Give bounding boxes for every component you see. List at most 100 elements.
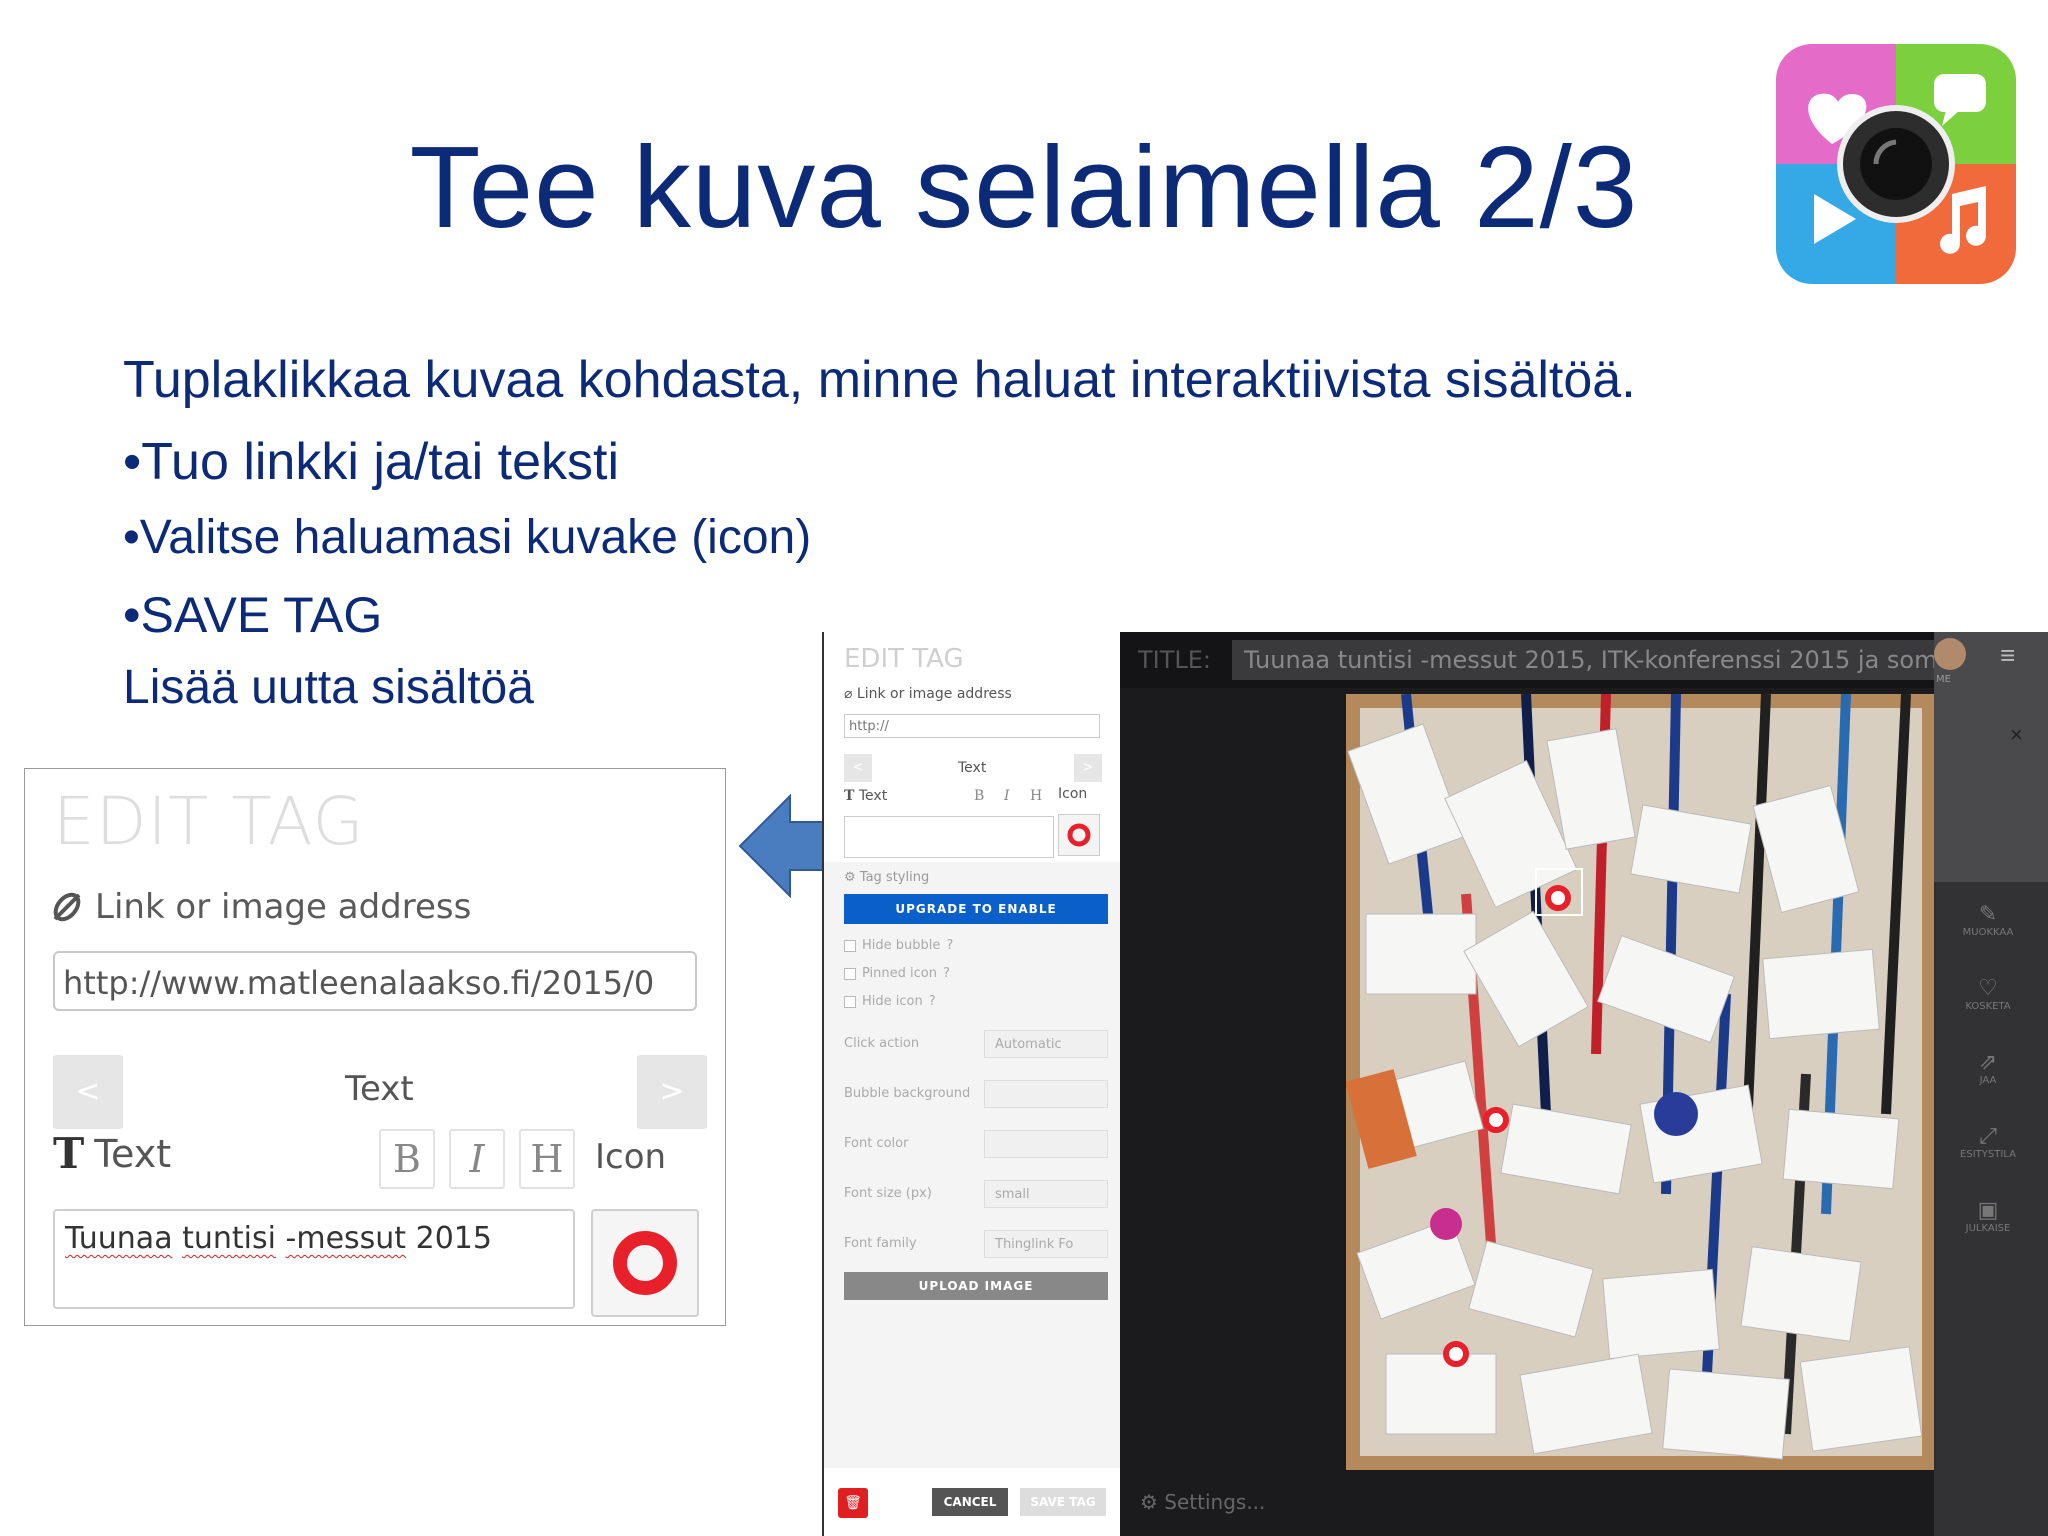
zoom-italic-button[interactable]: I: [449, 1129, 505, 1189]
panel-text-mode-label: Text: [958, 760, 987, 776]
panel-icon-picker-button[interactable]: [1058, 814, 1100, 856]
sidebar-item-label: JULKAISE: [1965, 1223, 2011, 1234]
gear-icon: ⚙: [1140, 1490, 1165, 1514]
red-ring-icon: [1067, 823, 1091, 847]
title-input[interactable]: Tuunaa tuntisi -messut 2015, ITK-konfere…: [1232, 640, 1934, 680]
bullet-choose-icon: •Valitse haluamasi kuvake (icon): [123, 511, 812, 564]
panel-text-label-text: Text: [858, 788, 888, 804]
fullscreen-icon: ⤢: [1979, 1124, 1997, 1149]
panel-link-label-text: Link or image address: [856, 686, 1012, 702]
help-icon: ?: [942, 966, 950, 981]
zoom-bold-button[interactable]: B: [379, 1129, 435, 1189]
zoom-url-input[interactable]: http://www.matleenalaakso.fi/2015/0: [53, 951, 697, 1011]
zoom-next-button[interactable]: >: [637, 1055, 707, 1129]
panel-icon-label: Icon: [1058, 786, 1088, 802]
panel-next-button[interactable]: >: [1074, 754, 1102, 782]
add-new-content-text: Lisää uutta sisältöä: [123, 661, 534, 714]
me-label: ME: [1936, 674, 1951, 685]
font-color-label: Font color: [844, 1136, 909, 1151]
text-icon: T: [53, 1129, 85, 1178]
bullet-link-text: •Tuo linkki ja/tai teksti: [123, 433, 620, 491]
sidebar-item-label: KOSKETA: [1965, 1001, 2011, 1012]
panel-tag-styling: ⚙ Tag styling: [844, 870, 929, 885]
zoom-text-label: T Text: [53, 1129, 171, 1178]
zoom-edit-tag-title: EDIT TAG: [53, 783, 365, 860]
upgrade-button[interactable]: UPGRADE TO ENABLE: [844, 894, 1108, 924]
word: 2015: [415, 1221, 492, 1256]
help-icon: ?: [946, 938, 954, 953]
edit-tag-zoom: EDIT TAG Link or image address http://ww…: [24, 768, 726, 1326]
sidebar-item-label: MUOKKAA: [1962, 927, 2014, 938]
cancel-button[interactable]: CANCEL: [932, 1488, 1008, 1516]
hide-icon-label: Hide icon: [862, 994, 923, 1009]
sidebar-item-label: JAA: [1979, 1075, 1997, 1086]
delete-tag-button[interactable]: 🗑: [838, 1488, 868, 1518]
pinned-icon-checkbox[interactable]: Pinned icon?: [844, 966, 950, 981]
sidebar-item-esitystila[interactable]: ⤢ ESITYSTILA: [1946, 1116, 2030, 1180]
edit-tag-panel: EDIT TAG ⌀ Link or image address http://…: [822, 632, 1120, 1536]
text-icon: T: [844, 788, 855, 804]
zoom-icon-label: Icon: [595, 1137, 667, 1177]
bullet-save-tag: •SAVE TAG: [123, 587, 383, 643]
red-ring-icon: [613, 1231, 677, 1295]
zoom-link-label-text: Link or image address: [95, 887, 472, 927]
word: -messut: [285, 1221, 407, 1256]
bubble-background-picker[interactable]: [984, 1080, 1108, 1108]
heart-icon: ♡: [1978, 976, 1998, 1001]
slide-title: Tee kuva selaimella 2/3: [409, 122, 1639, 252]
font-family-label: Font family: [844, 1236, 917, 1251]
link-icon: [53, 892, 81, 922]
zoom-tag-text-input[interactable]: Tuunaa tuntisi -messut 2015: [53, 1209, 575, 1309]
font-family-select[interactable]: Thinglink Fo: [984, 1230, 1108, 1258]
font-color-picker[interactable]: [984, 1130, 1108, 1158]
panel-italic-button[interactable]: I: [1004, 788, 1010, 804]
gear-icon: ⚙: [844, 870, 860, 885]
upload-image-button[interactable]: UPLOAD IMAGE: [844, 1272, 1108, 1300]
settings-link[interactable]: ⚙ Settings...: [1140, 1490, 1265, 1514]
panel-tag-text-input[interactable]: [844, 816, 1054, 858]
avatar[interactable]: [1934, 638, 1966, 670]
zoom-text-label-text: Text: [94, 1131, 172, 1176]
click-action-select[interactable]: Automatic: [984, 1030, 1108, 1058]
intro-text: Tuplaklikkaa kuvaa kohdasta, minne halua…: [123, 351, 1636, 409]
panel-link-label: ⌀ Link or image address: [844, 686, 1012, 702]
sidebar-item-label: ESITYSTILA: [1960, 1149, 2016, 1160]
bubble-background-label: Bubble background: [844, 1086, 971, 1101]
panel-url-input[interactable]: http://: [844, 714, 1100, 738]
word: Tuunaa: [65, 1221, 173, 1256]
zoom-heading-button[interactable]: H: [519, 1129, 575, 1189]
panel-prev-button[interactable]: <: [844, 754, 872, 782]
hide-bubble-label: Hide bubble: [862, 938, 941, 953]
panel-heading-button[interactable]: H: [1030, 788, 1042, 804]
settings-text: Settings...: [1164, 1490, 1266, 1514]
trash-icon: 🗑: [844, 1495, 862, 1511]
font-size-select[interactable]: small: [984, 1180, 1108, 1208]
camera-app-icon: [1776, 44, 2016, 284]
share-icon: ⇗: [1978, 1050, 1998, 1075]
close-icon[interactable]: ×: [2010, 722, 2023, 748]
hamburger-menu-icon[interactable]: ≡: [2000, 640, 2015, 671]
pencil-icon: ✎: [1978, 902, 1998, 927]
sidebar-item-jaa[interactable]: ⇗ JAA: [1946, 1042, 2030, 1106]
hide-icon-checkbox[interactable]: Hide icon?: [844, 994, 936, 1009]
click-action-label: Click action: [844, 1036, 920, 1051]
zoom-text-mode-label: Text: [345, 1069, 414, 1109]
badges-photo[interactable]: [1346, 694, 1936, 1470]
publish-icon: ▣: [1977, 1198, 1999, 1223]
panel-tag-styling-text: Tag styling: [859, 870, 930, 885]
sidebar-item-kosketa[interactable]: ♡ KOSKETA: [1946, 968, 2030, 1032]
pinned-icon-label: Pinned icon: [862, 966, 937, 981]
panel-bold-button[interactable]: B: [974, 788, 984, 804]
zoom-icon-picker-button[interactable]: [591, 1209, 699, 1317]
help-icon: ?: [928, 994, 936, 1009]
panel-edit-tag-title: EDIT TAG: [844, 644, 964, 674]
word: tuntisi: [182, 1221, 276, 1256]
zoom-prev-button[interactable]: <: [53, 1055, 123, 1129]
save-tag-button[interactable]: SAVE TAG: [1020, 1488, 1106, 1516]
hide-bubble-checkbox[interactable]: Hide bubble?: [844, 938, 953, 953]
sidebar-item-muokkaa[interactable]: ✎ MUOKKAA: [1946, 894, 2030, 958]
zoom-link-label: Link or image address: [49, 887, 471, 927]
link-icon: ⌀: [844, 686, 857, 702]
panel-text-label: T Text: [844, 788, 887, 804]
sidebar-item-julkaise[interactable]: ▣ JULKAISE: [1946, 1190, 2030, 1254]
